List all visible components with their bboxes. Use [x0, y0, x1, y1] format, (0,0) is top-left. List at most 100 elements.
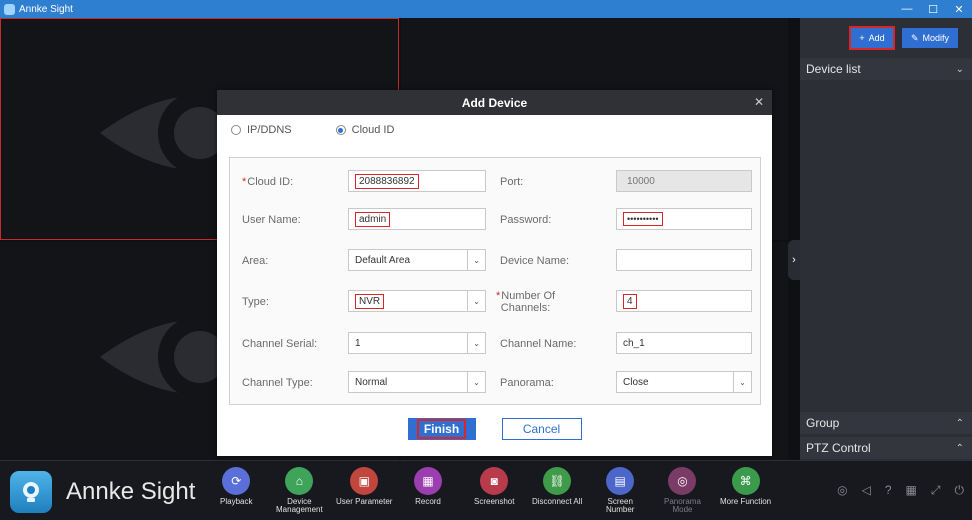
channel-serial-value: 1 — [355, 337, 361, 349]
playback-icon: ⟳ — [222, 467, 251, 495]
window-controls: — ☐ ✕ — [894, 0, 972, 18]
password-input[interactable]: •••••••••• — [616, 208, 752, 230]
record-button[interactable]: ▦ Record — [414, 467, 442, 506]
port-label: Port: — [500, 176, 524, 188]
brand: Annke Sight — [10, 471, 195, 513]
user-parameter-label: User Parameter — [336, 497, 393, 506]
dialog-footer: Finish Cancel — [217, 418, 772, 448]
device-name-label: Device Name: — [500, 255, 570, 267]
system-icons: ◎ ◁ ? ▦ ⤢ ⏻ — [837, 483, 964, 498]
area-select[interactable]: Default Area ⌄ — [348, 249, 486, 271]
settings-icon[interactable]: ◎ — [837, 483, 847, 498]
brand-name: Annke Sight — [66, 478, 196, 505]
finish-button[interactable]: Finish — [407, 418, 476, 440]
power-icon[interactable]: ⏻ — [955, 483, 965, 498]
type-select[interactable]: NVR ⌄ — [348, 290, 486, 312]
channel-type-label: Channel Type: — [242, 377, 313, 389]
radio-ip-ddns[interactable]: IP/DDNS — [231, 124, 292, 136]
more-function-label: More Function — [720, 497, 772, 506]
window-title: Annke Sight — [19, 3, 73, 15]
disconnect-all-label: Disconnect All — [532, 497, 583, 506]
chevron-down-icon: ⌄ — [467, 372, 485, 392]
screen-number-icon: ▤ — [606, 467, 635, 495]
record-icon: ▦ — [414, 467, 442, 495]
help-icon[interactable]: ? — [885, 483, 892, 498]
panorama-label: Panorama: — [500, 377, 554, 389]
cancel-button[interactable]: Cancel — [501, 418, 582, 440]
device-management-label: Device Management — [276, 497, 323, 514]
chevron-down-icon: ⌄ — [733, 372, 751, 392]
fullscreen-icon[interactable]: ⤢ — [931, 483, 941, 498]
panorama-mode-button[interactable]: ◎ Panorama Mode — [664, 467, 701, 514]
channel-name-input[interactable]: ch_1 — [616, 332, 752, 354]
user-parameter-button[interactable]: ▣ User Parameter — [336, 467, 392, 506]
disconnect-all-icon: ⛓ — [543, 467, 572, 495]
group-header[interactable]: Group ⌃ — [800, 412, 972, 434]
chevron-down-icon: ⌄ — [467, 333, 485, 353]
disconnect-all-button[interactable]: ⛓ Disconnect All — [532, 467, 582, 506]
volume-icon[interactable]: ◁ — [862, 483, 871, 498]
dialog-title: Add Device — [461, 95, 528, 110]
app-window: Annke Sight — ☐ ✕ › + Add ✎ Modify Devic… — [0, 0, 972, 520]
chevron-right-icon: › — [792, 254, 796, 266]
device-list-title: Device list — [806, 62, 861, 76]
panorama-value: Close — [623, 376, 649, 388]
chevron-down-icon: ⌄ — [467, 250, 485, 270]
radio-cloud-id[interactable]: Cloud ID — [335, 124, 394, 136]
app-logo-icon — [4, 3, 15, 15]
ptz-control-header[interactable]: PTZ Control ⌃ — [800, 437, 972, 459]
device-list-header[interactable]: Device list ⌄ — [800, 58, 972, 80]
type-value: NVR — [355, 293, 385, 309]
close-icon[interactable]: ✕ — [754, 95, 764, 109]
mode-radio-group: IP/DDNS Cloud ID — [217, 115, 772, 145]
minimize-button[interactable]: — — [894, 0, 920, 18]
cloud-id-label: *Cloud ID: — [242, 176, 294, 188]
screen-number-label: Screen Number — [606, 497, 635, 514]
user-parameter-icon: ▣ — [350, 467, 379, 495]
number-of-channels-value: 4 — [623, 293, 637, 309]
brand-logo-icon — [10, 471, 52, 513]
port-input: 10000 — [616, 170, 752, 192]
number-of-channels-input[interactable]: 4 — [616, 290, 752, 312]
channel-serial-select[interactable]: 1 ⌄ — [348, 332, 486, 354]
area-value: Default Area — [355, 254, 411, 266]
screenshot-icon: ◙ — [480, 467, 509, 495]
cloud-id-input[interactable]: 2088836892 — [348, 170, 486, 192]
chevron-up-icon: ⌃ — [955, 442, 964, 454]
more-function-icon: ⌘ — [731, 467, 760, 495]
channel-serial-label: Channel Serial: — [242, 338, 318, 350]
panel-collapse-toggle[interactable]: › — [788, 240, 800, 280]
playback-button[interactable]: ⟳ Playback — [220, 467, 252, 506]
device-management-icon: ⌂ — [285, 467, 314, 495]
add-device-button[interactable]: + Add — [849, 26, 895, 50]
type-label: Type: — [242, 296, 269, 308]
layout-icon[interactable]: ▦ — [906, 483, 917, 498]
bottom-toolbar: Annke Sight ⟳ Playback ⌂ Device Managemen… — [0, 460, 972, 520]
close-button[interactable]: ✕ — [946, 0, 972, 18]
device-name-input[interactable] — [616, 249, 752, 271]
password-value: •••••••••• — [623, 212, 663, 226]
record-label: Record — [415, 497, 441, 506]
add-device-label: Add — [868, 33, 885, 43]
panorama-select[interactable]: Close ⌄ — [616, 371, 752, 393]
dialog-header: Add Device ✕ — [217, 90, 772, 115]
screenshot-button[interactable]: ◙ Screenshot — [474, 467, 514, 506]
modify-device-button[interactable]: ✎ Modify — [902, 28, 958, 48]
chevron-down-icon: ⌄ — [467, 291, 485, 311]
right-panel: + Add ✎ Modify Device list ⌄ Group ⌃ PTZ… — [800, 18, 972, 460]
chevron-up-icon: ⌃ — [955, 417, 964, 429]
more-function-button[interactable]: ⌘ More Function — [720, 467, 771, 506]
channel-type-select[interactable]: Normal ⌄ — [348, 371, 486, 393]
user-name-value: admin — [355, 211, 391, 227]
user-name-label: User Name: — [242, 214, 301, 226]
add-device-dialog: Add Device ✕ IP/DDNS Cloud ID *Cloud ID:… — [217, 90, 772, 456]
plus-icon: + — [859, 33, 865, 43]
screenshot-label: Screenshot — [474, 497, 515, 506]
device-management-button[interactable]: ⌂ Device Management — [276, 467, 323, 514]
user-name-input[interactable]: admin — [348, 208, 486, 230]
device-form: *Cloud ID: 2088836892 Port: 10000 User N… — [229, 157, 761, 405]
chevron-down-icon: ⌄ — [955, 63, 964, 75]
screen-number-button[interactable]: ▤ Screen Number — [606, 467, 634, 514]
radio-checked-icon — [335, 125, 346, 135]
maximize-button[interactable]: ☐ — [920, 0, 946, 18]
